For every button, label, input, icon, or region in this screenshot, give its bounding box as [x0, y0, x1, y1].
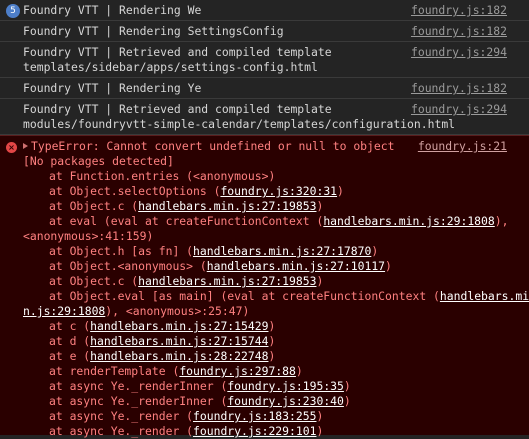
stack-frame-link[interactable]: foundry.js:195:35 [227, 379, 344, 393]
stack-frame: at Function.entries (<anonymous>) [23, 169, 507, 184]
expand-triangle-icon[interactable] [23, 143, 28, 149]
error-icon: × [6, 142, 17, 153]
stack-frame: at d (handlebars.min.js:27:15744) [23, 334, 507, 349]
stack-frame-text: ) [385, 259, 392, 273]
stack-frame-text: at Object.c ( [49, 274, 139, 288]
stack-frame-text: at Object.h [as fn] ( [49, 244, 194, 258]
stack-frame-link[interactable]: handlebars.mi [440, 289, 529, 303]
stack-frame-text: at renderTemplate ( [49, 364, 180, 378]
stack-frame-text: at Object.<anonymous> ( [49, 259, 207, 273]
stack-frame: at e (handlebars.min.js:28:22748) [23, 349, 507, 364]
log-source-link[interactable]: foundry.js:182 [411, 24, 507, 39]
stack-frame: at Object.eval [as main] (eval at create… [23, 289, 529, 304]
stack-frame: at Object.h [as fn] (handlebars.min.js:2… [23, 244, 507, 259]
stack-frame-text: at async Ye._renderInner ( [49, 394, 228, 408]
stack-frame-text: ) [343, 379, 351, 393]
stack-frame: at async Ye._render (foundry.js:183:255) [23, 409, 507, 424]
devtools-console: 5 Foundry VTT | Rendering We foundry.js:… [0, 0, 529, 438]
stack-frame-text: ) [268, 334, 276, 348]
repeat-count-badge: 5 [6, 4, 20, 18]
stack-frame-link[interactable]: handlebars.min.js:28:22748 [90, 349, 268, 363]
stack-frame: at Object.c (handlebars.min.js:27:19853) [23, 274, 507, 289]
stack-frame-text: at eval (eval at createFunctionContext ( [49, 214, 324, 228]
stack-frame: n.js:29:1808), <anonymous>:25:47) [23, 304, 507, 319]
stack-frame-text: at Function.entries (<anonymous>) [49, 169, 276, 183]
stack-frame-link[interactable]: foundry.js:229:101 [193, 424, 316, 438]
log-row[interactable]: Foundry VTT | Rendering Ye foundry.js:18… [0, 78, 529, 99]
log-source-link[interactable]: foundry.js:294 [411, 102, 507, 117]
stack-trace: at Function.entries (<anonymous>) at Obje… [23, 169, 529, 439]
stack-frame-link[interactable]: foundry.js:230:40 [227, 394, 344, 408]
stack-frame-text: ) [316, 424, 324, 438]
log-row[interactable]: Foundry VTT | Retrieved and compiled tem… [0, 42, 529, 78]
stack-frame-link[interactable]: handlebars.min.js:27:17870 [193, 244, 371, 258]
stack-frame: at renderTemplate (foundry.js:297:88) [23, 364, 507, 379]
stack-frame: at eval (eval at createFunctionContext (… [23, 214, 509, 229]
stack-frame-link[interactable]: handlebars.min.js:27:19853 [138, 274, 316, 288]
log-source-link[interactable]: foundry.js:182 [411, 81, 507, 96]
stack-frame-text: ), [494, 214, 509, 228]
stack-frame-text: ), <anonymous>:25:47) [105, 304, 250, 318]
stack-frame-text: ) [337, 184, 344, 198]
error-source-link[interactable]: foundry.js:21 [418, 139, 507, 154]
stack-frame-link[interactable]: foundry.js:183:255 [193, 409, 316, 423]
stack-frame-text: ) [268, 349, 276, 363]
stack-frame-text: at c ( [49, 319, 91, 333]
log-row[interactable]: 5 Foundry VTT | Rendering We foundry.js:… [0, 0, 529, 21]
stack-frame-text: at Object.c ( [49, 199, 139, 213]
stack-frame-link[interactable]: handlebars.min.js:27:15744 [90, 334, 268, 348]
stack-frame: at async Ye._renderInner (foundry.js:195… [23, 379, 507, 394]
log-row[interactable]: Foundry VTT | Retrieved and compiled tem… [0, 99, 529, 135]
stack-frame-text: ) [316, 274, 324, 288]
stack-frame-text: ) [316, 199, 324, 213]
stack-frame-text: ) [316, 409, 324, 423]
stack-frame-link[interactable]: handlebars.min.js:27:15429 [90, 319, 268, 333]
stack-frame-link[interactable]: n.js:29:1808 [23, 304, 105, 318]
stack-frame-text: at e ( [49, 349, 91, 363]
stack-frame-link[interactable]: handlebars.min.js:29:1808 [323, 214, 494, 228]
stack-frame-text: ) [371, 244, 379, 258]
log-source-link[interactable]: foundry.js:182 [411, 3, 507, 18]
stack-frame-text: at Object.eval [as main] (eval at create… [49, 289, 440, 303]
stack-frame-link[interactable]: foundry.js:320:31 [220, 184, 337, 198]
stack-frame: at async Ye._render (foundry.js:229:101) [23, 424, 507, 439]
stack-frame-text: <anonymous>:41:159) [23, 229, 154, 243]
stack-frame-text: ) [268, 319, 276, 333]
stack-frame-text: at async Ye._renderInner ( [49, 379, 228, 393]
stack-frame-text: ) [295, 364, 303, 378]
stack-frame-link[interactable]: foundry.js:297:88 [179, 364, 296, 378]
stack-frame: <anonymous>:41:159) [23, 229, 507, 244]
stack-frame: at async Ye._renderInner (foundry.js:230… [23, 394, 507, 409]
log-source-link[interactable]: foundry.js:294 [411, 45, 507, 60]
stack-frame-text: at async Ye._render ( [49, 424, 194, 438]
stack-frame: at Object.selectOptions (foundry.js:320:… [23, 184, 507, 199]
error-detail: [No packages detected] [23, 154, 174, 168]
log-row[interactable]: Foundry VTT | Rendering SettingsConfig f… [0, 21, 529, 42]
stack-frame-link[interactable]: handlebars.min.js:27:19853 [138, 199, 316, 213]
stack-frame-text: at d ( [49, 334, 91, 348]
stack-frame: at Object.<anonymous> (handlebars.min.js… [23, 259, 507, 274]
stack-frame-text: at Object.selectOptions ( [49, 184, 221, 198]
stack-frame-text: ) [343, 394, 351, 408]
stack-frame-text: at async Ye._render ( [49, 409, 194, 423]
error-entry[interactable]: × TypeError: Cannot convert undefined or… [0, 135, 529, 438]
stack-frame-link[interactable]: handlebars.min.js:27:10117 [207, 259, 385, 273]
stack-frame: at Object.c (handlebars.min.js:27:19853) [23, 199, 507, 214]
stack-frame: at c (handlebars.min.js:27:15429) [23, 319, 507, 334]
